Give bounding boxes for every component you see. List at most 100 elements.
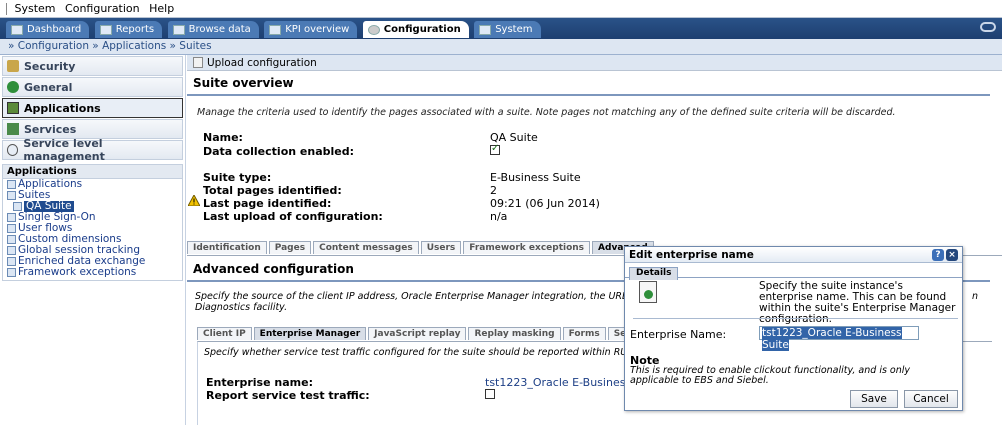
sidebar-section-applications[interactable]: Applications [2, 98, 183, 118]
subtab-javascript-replay[interactable]: JavaScript replay [368, 327, 467, 340]
tab-details[interactable]: Details [629, 267, 679, 280]
warning-icon [188, 195, 200, 206]
tab-label: Reports [115, 24, 155, 35]
reports-icon [99, 24, 112, 35]
tab-label: KPI overview [285, 24, 350, 35]
tab-browse-data[interactable]: Browse data [167, 21, 259, 38]
sso-icon [7, 213, 16, 222]
sidebar: Security General Applications Services S… [0, 55, 186, 425]
security-icon [7, 60, 19, 72]
last-upload-label: Last upload of configuration: [203, 210, 383, 223]
gear-icon [367, 24, 380, 35]
document-icon [639, 281, 657, 303]
section-label: Applications [24, 101, 101, 115]
report-traffic-row: Report service test traffic: [206, 389, 495, 402]
section-label: General [24, 80, 73, 94]
advanced-description-text: Specify the source of the client IP addr… [195, 291, 692, 302]
close-icon[interactable]: × [946, 248, 958, 261]
help-icon[interactable]: ? [932, 248, 944, 261]
section-label: Services [24, 122, 77, 136]
collection-row: Data collection enabled: [203, 143, 500, 158]
exceptions-icon [7, 268, 16, 277]
tab-kpi-overview[interactable]: KPI overview [264, 21, 358, 38]
tree-item-label: Framework exceptions [18, 266, 137, 278]
system-icon [479, 24, 492, 35]
user-flows-icon [7, 224, 16, 233]
suite-description: Manage the criteria used to identify the… [197, 107, 896, 118]
note-text: This is required to enable clickout func… [630, 365, 911, 386]
tab-reports[interactable]: Reports [94, 21, 163, 38]
suite-tabs: Identification Pages Content messages Us… [187, 241, 656, 255]
tab-identification[interactable]: Identification [187, 241, 267, 254]
tab-configuration[interactable]: Configuration [362, 21, 469, 38]
section-label: Security [24, 59, 76, 73]
enterprise-name-field-label: Enterprise Name: [630, 328, 727, 341]
last-page-row: Last page identified: 09:21 (06 Jun 2014) [203, 197, 600, 210]
tree-item-framework-exceptions[interactable]: Framework exceptions [3, 267, 182, 280]
type-value: E-Business Suite [490, 171, 581, 184]
save-button[interactable]: Save [850, 390, 898, 408]
applications-icon [7, 102, 19, 114]
tab-label: Dashboard [27, 24, 82, 35]
enterprise-name-input[interactable]: tst1223_Oracle E-Business Suite [759, 326, 919, 351]
report-traffic-checkbox[interactable] [485, 389, 495, 399]
application-icon [7, 180, 16, 189]
total-row: Total pages identified: 2 [203, 184, 497, 197]
name-label: Name: [203, 131, 243, 144]
menu-separator [6, 3, 7, 15]
dialog-header: Edit enterprise name ? × [625, 247, 962, 263]
enterprise-name-label: Enterprise name: [206, 376, 313, 389]
tab-pages[interactable]: Pages [268, 241, 312, 254]
subtab-enterprise-manager[interactable]: Enterprise Manager [253, 327, 367, 340]
report-traffic-label: Report service test traffic: [206, 389, 370, 402]
type-label: Suite type: [203, 171, 272, 184]
upload-configuration-button[interactable]: Upload configuration [187, 55, 1002, 71]
subtab-forms[interactable]: Forms [562, 327, 606, 340]
page-title: Suite overview [187, 71, 990, 96]
type-row: Suite type: E-Business Suite [203, 171, 581, 184]
dialog-tabs: Details [625, 263, 962, 280]
tab-users[interactable]: Users [420, 241, 462, 254]
last-page-label: Last page identified: [203, 197, 332, 210]
collection-label: Data collection enabled: [203, 145, 355, 158]
tab-label: System [495, 24, 533, 35]
enterprise-name-input-value: tst1223_Oracle E-Business Suite [762, 327, 902, 351]
menu-system[interactable]: System [15, 2, 56, 15]
menu-configuration[interactable]: Configuration [65, 2, 140, 15]
subtab-replay-masking[interactable]: Replay masking [468, 327, 561, 340]
dashboard-icon [11, 24, 23, 35]
menu-bar: System Configuration Help [0, 0, 1002, 18]
enterprise-name-row: Enterprise name: tst1223_Oracle E-Busines… [206, 376, 649, 389]
section-label: Service level management [23, 137, 105, 163]
window-toggle-icon[interactable] [980, 22, 996, 32]
general-icon [7, 81, 19, 93]
kpi-icon [269, 24, 282, 35]
tab-content-messages[interactable]: Content messages [313, 241, 419, 254]
edit-enterprise-name-dialog: Edit enterprise name ? × Details Specify… [624, 246, 963, 411]
sidebar-section-security[interactable]: Security [2, 56, 183, 76]
cancel-button[interactable]: Cancel [904, 390, 958, 408]
suite-icon [13, 202, 22, 211]
sidebar-section-general[interactable]: General [2, 77, 183, 97]
services-icon [7, 123, 19, 135]
browse-icon [172, 24, 185, 35]
tab-dashboard[interactable]: Dashboard [6, 21, 90, 38]
breadcrumb[interactable]: » Configuration » Applications » Suites [0, 39, 1002, 55]
advanced-description-clipped: n [971, 291, 978, 302]
total-value: 2 [490, 184, 497, 197]
sidebar-section-slm[interactable]: Service level management [2, 137, 183, 163]
tab-framework-exceptions[interactable]: Framework exceptions [463, 241, 591, 254]
tab-system[interactable]: System [474, 21, 541, 38]
dialog-divider [633, 318, 958, 319]
subtab-client-ip[interactable]: Client IP [197, 327, 252, 340]
suite-icon [7, 191, 16, 200]
data-collection-checkbox [490, 143, 500, 155]
data-exchange-icon [7, 257, 16, 266]
name-row: Name: QA Suite [203, 131, 538, 144]
tree-header: Applications [3, 165, 182, 179]
last-upload-row: Last upload of configuration: n/a [203, 210, 507, 223]
sidebar-section-services[interactable]: Services [2, 119, 183, 139]
slm-icon [7, 144, 19, 156]
menu-help[interactable]: Help [149, 2, 174, 15]
session-tracking-icon [7, 246, 16, 255]
